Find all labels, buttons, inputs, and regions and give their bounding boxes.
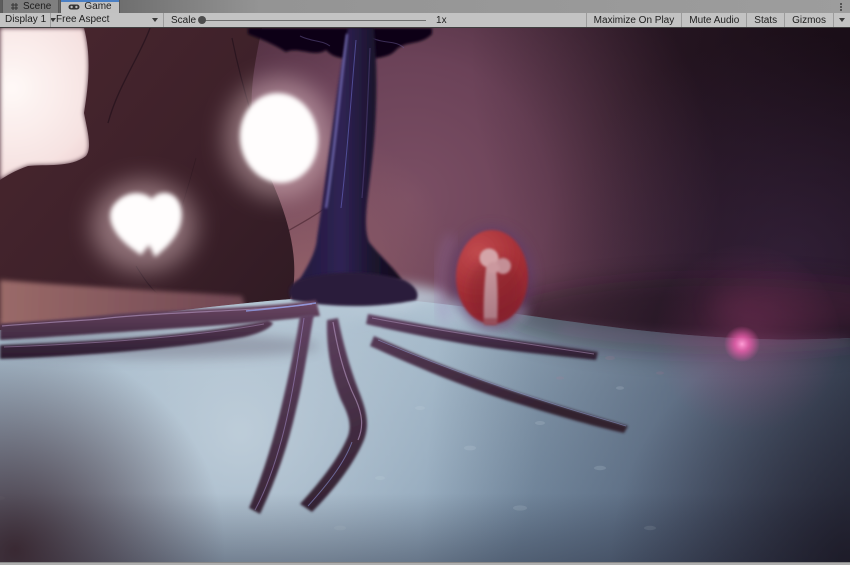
gamepad-icon [68,3,80,11]
scale-label: Scale [171,14,197,26]
game-scene [0,28,850,562]
maximize-on-play-button[interactable]: Maximize On Play [585,13,682,27]
kebab-menu-icon[interactable] [836,1,846,13]
tab-label: Scene [23,0,52,12]
chevron-down-icon [839,18,845,22]
scale-slider-track [201,20,427,21]
chevron-down-icon [152,18,158,22]
tab-label: Game [84,0,112,12]
tab-scene[interactable]: Scene [2,0,60,13]
grid-icon [10,2,19,11]
scale-slider-knob[interactable] [198,16,207,24]
scale-value: 1x [436,14,447,26]
dock-tab-bar: Scene Game [0,0,850,13]
mute-audio-button[interactable]: Mute Audio [681,13,746,27]
unity-editor-window: Scene Game Display 1 Free Aspect Scale 1… [0,0,850,565]
gizmos-button[interactable]: Gizmos [784,13,833,27]
gizmos-dropdown-arrow[interactable] [833,13,850,27]
aspect-ratio-dropdown[interactable]: Free Aspect [51,13,163,27]
bottom-right-shade [0,28,850,562]
toolbar-right-buttons: Maximize On Play Mute Audio Stats Gizmos [585,13,850,27]
stats-button[interactable]: Stats [746,13,784,27]
scale-slider[interactable] [198,13,430,27]
game-view-toolbar: Display 1 Free Aspect Scale 1x Maximize … [0,13,850,28]
tab-game[interactable]: Game [60,0,120,13]
display-dropdown[interactable]: Display 1 [0,13,57,27]
game-viewport[interactable] [0,28,850,562]
